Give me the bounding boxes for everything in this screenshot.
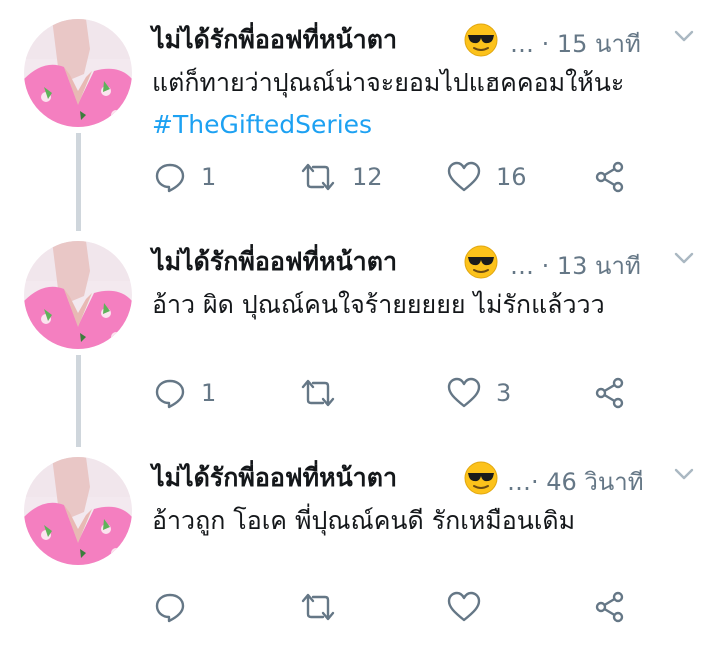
tweet-actions: 1 3: [0, 374, 716, 414]
reply-button[interactable]: 1: [153, 158, 216, 196]
reply-icon: [153, 376, 187, 410]
chevron-down-icon[interactable]: [673, 28, 695, 44]
avatar[interactable]: [24, 19, 132, 127]
tweet-actions: [0, 588, 716, 628]
share-icon: [593, 590, 627, 624]
retweet-icon: [298, 376, 338, 410]
tweet-actions: 1 12 16: [0, 158, 716, 198]
author-name[interactable]: ไม่ได้รักพี่ออฟที่หน้าตา: [152, 242, 397, 282]
like-button[interactable]: 3: [446, 374, 511, 412]
retweet-button[interactable]: 12: [298, 158, 383, 196]
retweet-button[interactable]: [298, 588, 352, 626]
reply-button[interactable]: [153, 588, 201, 626]
tweet-body: แต่ก็ทายว่าปุณณ์น่าจะยอมไปแฮคคอมให้นะ: [152, 68, 625, 97]
tweet-text: อ้าวถูก โอเค พี่ปุณณ์คนดี รักเหมือนเดิม: [152, 500, 692, 542]
tweet[interactable]: ไม่ได้รักพี่ออฟที่หน้าตา …· 46 วินาที อ้…: [0, 438, 716, 653]
reply-icon: [153, 590, 187, 624]
heart-icon: [446, 160, 482, 194]
like-count: 16: [496, 163, 527, 191]
share-button[interactable]: [593, 588, 627, 626]
tweet-body: อ้าวถูก โอเค พี่ปุณณ์คนดี รักเหมือนเดิม: [152, 506, 576, 535]
reply-button[interactable]: 1: [153, 374, 216, 412]
tweet-timestamp: …· 46 วินาที: [507, 468, 644, 496]
retweet-icon: [298, 590, 338, 624]
retweet-button[interactable]: [298, 374, 352, 412]
retweet-count: 12: [352, 163, 383, 191]
author-name[interactable]: ไม่ได้รักพี่ออฟที่หน้าตา: [152, 458, 397, 498]
tweet-text: อ้าว ผิด ปุณณ์คนใจร้ายยยยย ไม่รักแล้ววว: [152, 284, 692, 326]
reply-icon: [153, 160, 187, 194]
author-name[interactable]: ไม่ได้รักพี่ออฟที่หน้าตา: [152, 20, 397, 60]
retweet-icon: [298, 160, 338, 194]
like-count: 3: [496, 379, 512, 407]
avatar[interactable]: [24, 457, 132, 565]
tweet-timestamp: … · 13 นาที: [510, 252, 641, 280]
tweet-timestamp: … · 15 นาที: [510, 30, 641, 58]
avatar[interactable]: [24, 241, 132, 349]
tweet[interactable]: ไม่ได้รักพี่ออฟที่หน้าตา … · 13 นาที อ้า…: [0, 222, 716, 437]
share-button[interactable]: [593, 374, 627, 412]
heart-icon: [446, 376, 482, 410]
chevron-down-icon[interactable]: [673, 250, 695, 266]
sunglasses-emoji-icon: [463, 460, 499, 496]
heart-icon: [446, 590, 482, 624]
reply-count: 1: [201, 379, 217, 407]
like-button[interactable]: [446, 588, 496, 626]
like-button[interactable]: 16: [446, 158, 527, 196]
sunglasses-emoji-icon: [463, 244, 499, 280]
sunglasses-emoji-icon: [463, 22, 499, 58]
tweet[interactable]: ไม่ได้รักพี่ออฟที่หน้าตา … · 15 นาที แต่…: [0, 0, 716, 215]
share-button[interactable]: [593, 158, 627, 196]
tweet-body: อ้าว ผิด ปุณณ์คนใจร้ายยยยย ไม่รักแล้ววว: [152, 290, 605, 319]
share-icon: [593, 376, 627, 410]
reply-count: 1: [201, 163, 217, 191]
tweet-text: แต่ก็ทายว่าปุณณ์น่าจะยอมไปแฮคคอมให้นะ #T…: [152, 62, 692, 146]
chevron-down-icon[interactable]: [673, 466, 695, 482]
hashtag-link[interactable]: #TheGiftedSeries: [152, 110, 372, 139]
share-icon: [593, 160, 627, 194]
